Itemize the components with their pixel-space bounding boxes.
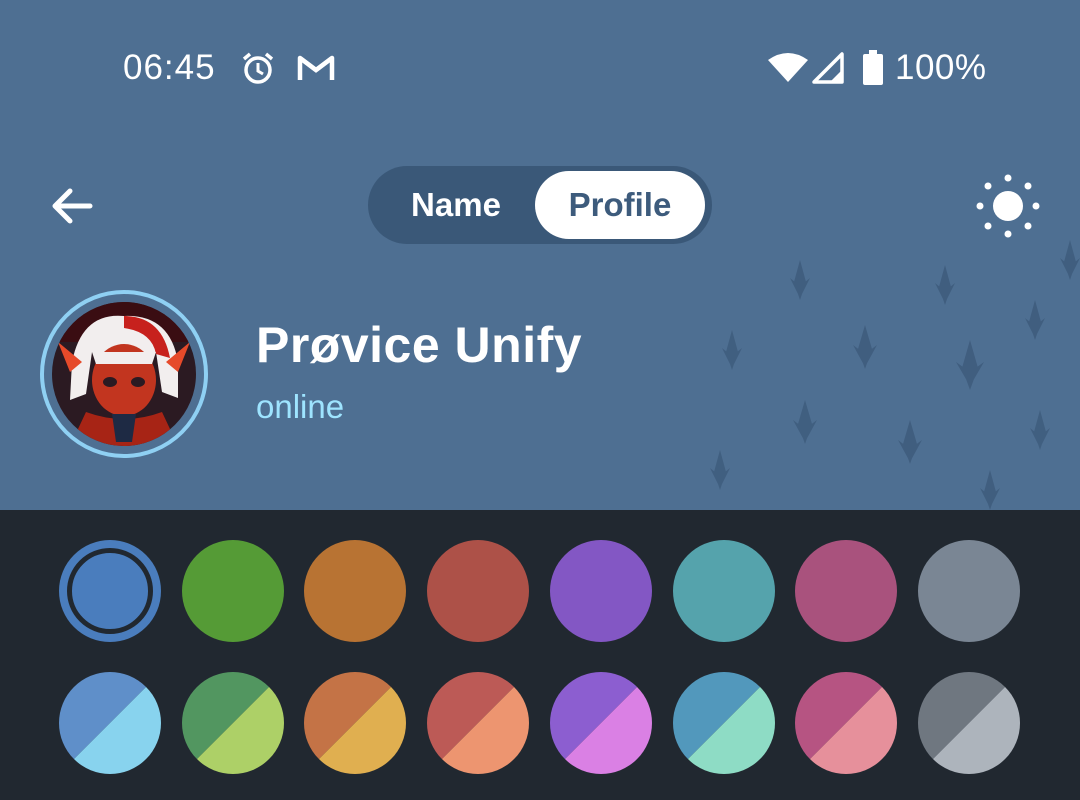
color-swatch-solid-4[interactable]: [427, 540, 529, 642]
color-swatch-solid-7[interactable]: [795, 540, 897, 642]
color-swatch-gradient-5[interactable]: [550, 672, 652, 774]
color-swatch-gradient-2[interactable]: [182, 672, 284, 774]
wifi-icon: [768, 53, 808, 82]
battery-icon: [863, 50, 883, 85]
color-swatch-solid-2[interactable]: [182, 540, 284, 642]
sun-icon[interactable]: [976, 174, 1040, 238]
wallpaper-pattern: [710, 240, 1080, 510]
profile-header: 06:45 100% Name Profile Prøvice Unify on…: [0, 0, 1080, 510]
profile-status: online: [256, 388, 345, 425]
alarm-icon: [242, 52, 274, 84]
color-swatch-solid-6[interactable]: [673, 540, 775, 642]
back-arrow-icon[interactable]: [46, 180, 98, 232]
color-swatch-solid-3[interactable]: [304, 540, 406, 642]
name-profile-toggle: Name Profile: [368, 166, 712, 244]
selected-indicator: [67, 548, 153, 634]
color-swatch-gradient-1[interactable]: [59, 672, 161, 774]
gmail-icon: [297, 55, 335, 80]
color-swatch-solid-1[interactable]: [59, 540, 161, 642]
battery-percentage: 100%: [895, 48, 987, 87]
status-time: 06:45: [123, 48, 216, 87]
color-swatch-gradient-3[interactable]: [304, 672, 406, 774]
status-bar: 06:45 100%: [0, 40, 1080, 96]
color-swatch-solid-5[interactable]: [550, 540, 652, 642]
avatar[interactable]: [52, 302, 196, 446]
color-swatch-gradient-6[interactable]: [673, 672, 775, 774]
tab-name[interactable]: Name: [376, 171, 536, 239]
profile-name: Prøvice Unify: [256, 317, 583, 373]
color-swatch-gradient-8[interactable]: [918, 672, 1020, 774]
color-swatch-gradient-7[interactable]: [795, 672, 897, 774]
signal-icon: [812, 52, 844, 84]
color-swatch-solid-8[interactable]: [918, 540, 1020, 642]
tab-profile[interactable]: Profile: [535, 171, 705, 239]
color-swatch-gradient-4[interactable]: [427, 672, 529, 774]
